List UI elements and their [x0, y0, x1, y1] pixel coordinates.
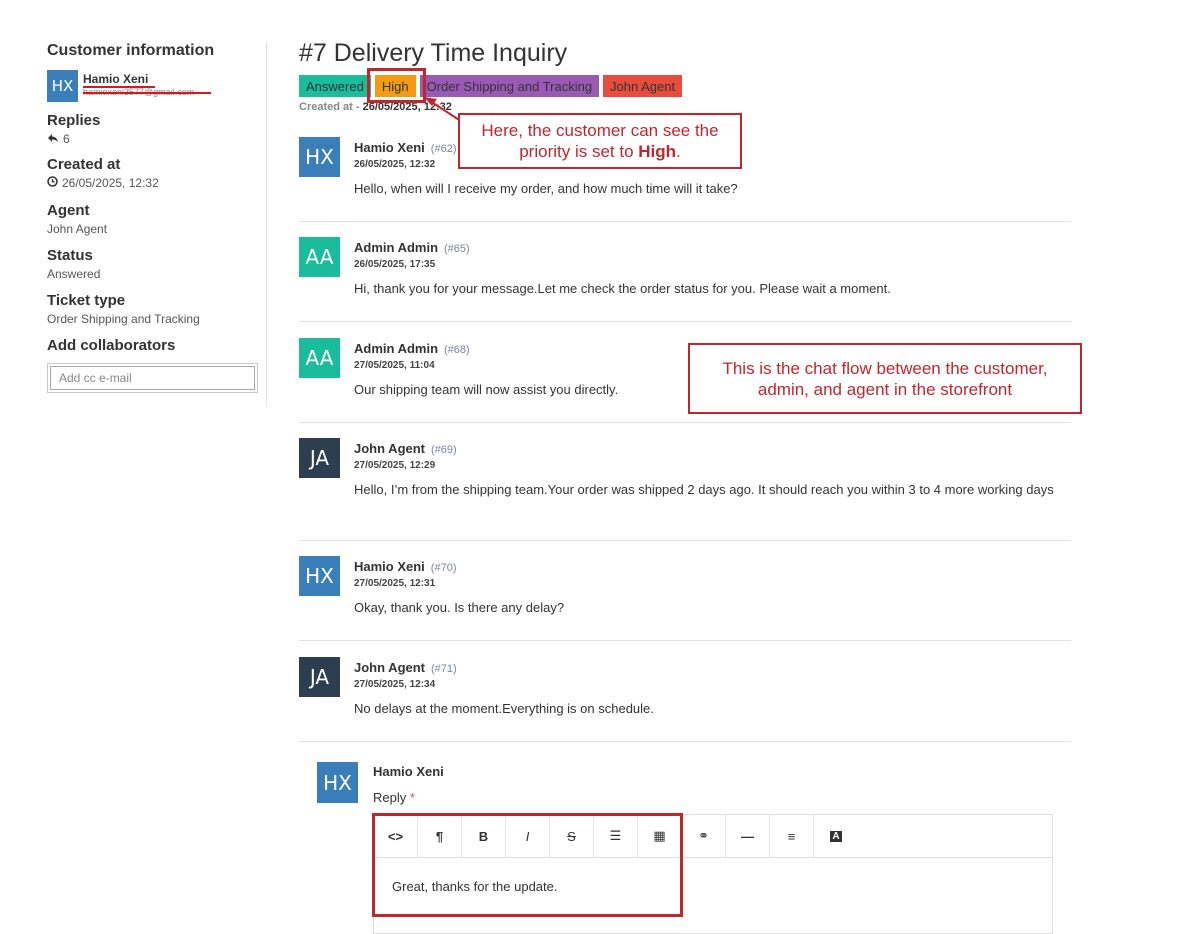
ticket-type-label: Ticket type — [47, 292, 126, 309]
message-author-name: Admin Admin — [354, 240, 439, 255]
status-label: Status — [47, 247, 93, 264]
customer-avatar: HX — [47, 70, 78, 102]
priority-note-prefix: priority is set to — [519, 142, 639, 161]
message-id: (#65) — [444, 243, 470, 255]
message-avatar: AA — [299, 237, 340, 277]
message-date: 26/05/2025, 12:32 — [354, 159, 436, 170]
message-author: Admin Admin (#68) — [354, 341, 470, 356]
redaction-line-email — [83, 92, 211, 94]
text-color-button[interactable]: A — [814, 815, 858, 857]
ticket-type-value: Order Shipping and Tracking — [47, 312, 200, 326]
clock-icon — [47, 176, 58, 190]
reply-label: Reply * — [373, 790, 415, 805]
tag-ticket-type: Order Shipping and Tracking — [419, 75, 600, 97]
agent-value: John Agent — [47, 222, 108, 236]
ticket-tags: Answered High Order Shipping and Trackin… — [299, 75, 683, 97]
agent-label: Agent — [47, 202, 90, 219]
message-date: 27/05/2025, 12:34 — [354, 679, 436, 690]
horizontal-rule-button[interactable]: — — [726, 815, 770, 857]
message-date: 27/05/2025, 12:29 — [354, 460, 436, 471]
message-id: (#71) — [431, 663, 457, 675]
message-author: Hamio Xeni (#62) — [354, 140, 456, 155]
message-id: (#62) — [430, 143, 457, 155]
message-avatar: HX — [299, 556, 340, 596]
message-author-name: John Agent — [354, 660, 426, 675]
created-label: Created at — [47, 156, 121, 173]
chat-note-line1: This is the chat flow between the custom… — [722, 358, 1048, 378]
message-text: Hello, I’m from the shipping team.Your o… — [354, 482, 1054, 497]
replies-label: Replies — [47, 112, 101, 129]
reply-avatar: HX — [317, 762, 358, 803]
link-icon: ⚭ — [698, 828, 709, 843]
align-icon: ≡ — [787, 828, 796, 844]
message-author-name: Hamio Xeni — [354, 140, 425, 155]
message-item: JA John Agent (#69) 27/05/2025, 12:29 Hel… — [299, 438, 1071, 541]
replies-block: Replies 6 — [47, 112, 100, 146]
message-avatar: JA — [299, 438, 340, 478]
priority-note-suffix: . — [676, 142, 681, 161]
required-mark: * — [409, 790, 415, 805]
replies-value: 6 — [63, 132, 70, 146]
collaborators-block: Add collaborators — [47, 337, 175, 354]
message-text: No delays at the moment.Everything is on… — [354, 701, 654, 716]
message-author: Admin Admin (#65) — [354, 240, 470, 255]
message-id: (#68) — [444, 344, 470, 356]
message-date: 27/05/2025, 11:04 — [354, 360, 435, 371]
collaborators-label: Add collaborators — [47, 337, 176, 354]
message-id: (#70) — [430, 562, 457, 574]
message-avatar: HX — [299, 137, 340, 177]
message-date: 26/05/2025, 17:35 — [354, 259, 436, 270]
annotation-chat-note: This is the chat flow between the custom… — [688, 343, 1082, 414]
agent-block: Agent John Agent — [47, 202, 107, 236]
created-block: Created at 26/05/2025, 12:32 — [47, 156, 159, 190]
align-button[interactable]: ≡ — [770, 815, 814, 857]
reply-author-name: Hamio Xeni — [373, 764, 444, 779]
annotation-editor-highlight — [372, 813, 683, 917]
message-date: 27/05/2025, 12:31 — [354, 578, 436, 589]
chat-note-line2: admin, and agent in the storefront — [757, 379, 1013, 399]
message-author-name: Hamio Xeni — [354, 559, 425, 574]
customer-name: Hamio Xeni — [83, 72, 149, 86]
message-item: JA John Agent (#71) 27/05/2025, 12:34 No … — [299, 657, 1071, 742]
message-author: John Agent (#69) — [354, 441, 457, 456]
ticket-type-block: Ticket type Order Shipping and Tracking — [47, 292, 200, 326]
message-author: Hamio Xeni (#70) — [354, 559, 456, 574]
horizontal-rule-icon: — — [741, 828, 754, 844]
priority-note-bold: High — [638, 142, 677, 161]
message-avatar: JA — [299, 657, 340, 697]
created-value: 26/05/2025, 12:32 — [62, 176, 159, 190]
priority-note-line1: Here, the customer can see the — [481, 121, 719, 140]
message-text: Hi, thank you for your message.Let me ch… — [354, 281, 891, 296]
sidebar-title: Customer information — [47, 42, 215, 59]
priority-note-line2: priority is set to High. — [460, 141, 740, 162]
message-author-name: Admin Admin — [354, 341, 439, 356]
message-item: AA Admin Admin (#65) 26/05/2025, 17:35 Hi… — [299, 237, 1071, 322]
ticket-title: #7 Delivery Time Inquiry — [299, 39, 568, 67]
message-item: HX Hamio Xeni (#70) 27/05/2025, 12:31 Oka… — [299, 556, 1071, 641]
status-value: Answered — [47, 267, 101, 281]
tag-agent: John Agent — [603, 75, 683, 97]
message-author: John Agent (#71) — [354, 660, 457, 675]
message-text: Hello, when will I receive my order, and… — [354, 181, 738, 196]
created-prefix: Created at - — [299, 101, 363, 113]
message-text: Okay, thank you. Is there any delay? — [354, 600, 565, 615]
redaction-line-name — [83, 86, 155, 88]
reply-label-text: Reply — [373, 790, 407, 805]
message-avatar: AA — [299, 338, 340, 378]
customer-info-sidebar: Customer information HX Hamio Xeni hamio… — [47, 42, 267, 407]
text-color-icon: A — [830, 830, 842, 842]
link-button[interactable]: ⚭ — [682, 815, 726, 857]
cc-email-wrapper — [47, 363, 258, 393]
cc-email-input[interactable] — [50, 366, 255, 390]
customer-card: HX Hamio Xeni hamioxeni3577@gmail.com — [47, 70, 247, 104]
tag-status: Answered — [299, 75, 371, 97]
message-author-name: John Agent — [354, 441, 426, 456]
message-id: (#69) — [431, 444, 457, 456]
annotation-high-highlight — [367, 68, 426, 103]
status-block: Status Answered — [47, 247, 100, 281]
annotation-priority-note: Here, the customer can see the priority … — [458, 113, 742, 169]
reply-icon — [47, 132, 59, 146]
